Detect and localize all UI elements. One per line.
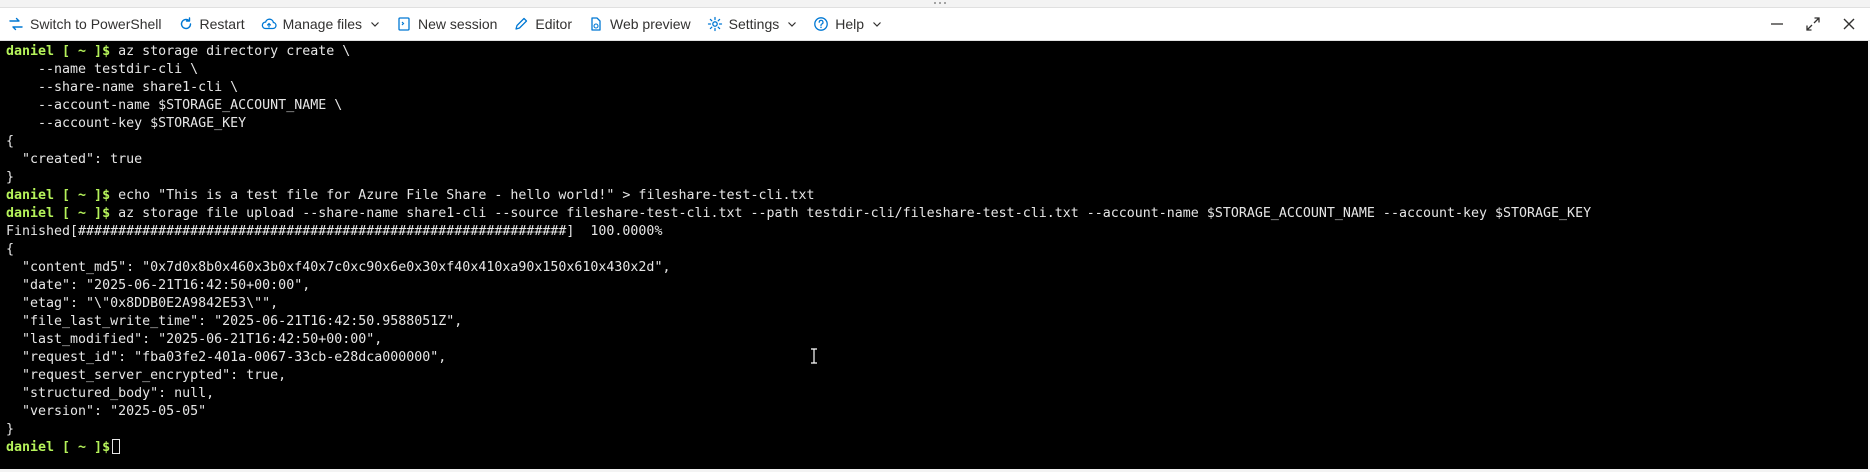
close-icon (1843, 18, 1855, 30)
terminal-line: "date": "2025-06-21T16:42:50+00:00", (2, 277, 1868, 295)
editor-label: Editor (535, 16, 572, 32)
terminal-line: "file_last_write_time": "2025-06-21T16:4… (2, 313, 1868, 331)
active-prompt-line[interactable]: daniel [ ~ ]$ (2, 439, 1868, 457)
terminal-output[interactable]: daniel [ ~ ]$ az storage directory creat… (0, 41, 1870, 471)
switch-to-powershell-label: Switch to PowerShell (30, 16, 162, 32)
terminal-line: --name testdir-cli \ (2, 61, 1868, 79)
terminal-text: { (6, 242, 15, 257)
terminal-text: { (6, 134, 15, 149)
maximize-button[interactable] (1802, 13, 1824, 35)
expand-icon (1806, 17, 1820, 31)
terminal-text: "request_id": "fba03fe2-401a-0067-33cb-e… (6, 350, 447, 365)
terminal-text: } (6, 170, 15, 185)
help-icon (813, 16, 829, 32)
terminal-text: "last_modified": "2025-06-21T16:42:50+00… (6, 332, 383, 347)
terminal-line: "etag": "\"0x8DDB0E2A9842E53\"", (2, 295, 1868, 313)
ibeam-cursor-icon (809, 348, 819, 364)
prompt: daniel [ ~ ]$ (6, 206, 111, 221)
terminal-text: } (6, 422, 15, 437)
new-session-icon (396, 16, 412, 32)
terminal-text: az storage file upload --share-name shar… (110, 206, 1592, 221)
terminal-text: "version": "2025-05-05" (6, 404, 207, 419)
switch-arrows-icon (8, 16, 24, 32)
terminal-text: "file_last_write_time": "2025-06-21T16:4… (6, 314, 463, 329)
terminal-text: "structured_body": null, (6, 386, 215, 401)
minimize-button[interactable] (1766, 13, 1788, 35)
terminal-line: "request_server_encrypted": true, (2, 367, 1868, 385)
terminal-text: --account-key $STORAGE_KEY (6, 116, 247, 131)
minimize-icon (1771, 23, 1783, 25)
toolbar: Switch to PowerShell Restart Manage file… (0, 8, 1870, 41)
terminal-text: "content_md5": "0x7d0x8b0x460x3b0xf40x7c… (6, 260, 671, 275)
switch-to-powershell-button[interactable]: Switch to PowerShell (0, 8, 170, 40)
chevron-down-icon (370, 19, 380, 29)
terminal-line: --account-key $STORAGE_KEY (2, 115, 1868, 133)
terminal-text: --share-name share1-cli \ (6, 80, 239, 95)
restart-label: Restart (199, 16, 245, 32)
editor-button[interactable]: Editor (505, 8, 580, 40)
new-session-label: New session (418, 16, 498, 32)
terminal-line: } (2, 169, 1868, 187)
drag-dots-icon (932, 0, 948, 6)
terminal-text: echo "This is a test file for Azure File… (110, 188, 815, 203)
help-button[interactable]: Help (805, 8, 890, 40)
terminal-text: --account-name $STORAGE_ACCOUNT_NAME \ (6, 98, 343, 113)
window-controls (1766, 8, 1860, 40)
text-cursor (112, 439, 121, 454)
settings-label: Settings (728, 16, 780, 32)
pencil-icon (513, 16, 529, 32)
chevron-down-icon (872, 19, 882, 29)
terminal-text: --name testdir-cli \ (6, 62, 199, 77)
manage-files-label: Manage files (282, 16, 363, 32)
terminal-line: "created": true (2, 151, 1868, 169)
gear-icon (707, 16, 723, 32)
web-preview-button[interactable]: Web preview (580, 8, 699, 40)
terminal-line: Finished[###############################… (2, 223, 1868, 241)
terminal-line: daniel [ ~ ]$ az storage directory creat… (2, 43, 1868, 61)
terminal-line: { (2, 241, 1868, 259)
manage-files-button[interactable]: Manage files (253, 8, 388, 40)
terminal-line: "request_id": "fba03fe2-401a-0067-33cb-e… (2, 349, 1868, 367)
new-session-button[interactable]: New session (388, 8, 505, 40)
restart-button[interactable]: Restart (170, 8, 253, 40)
cloud-shell-window: Switch to PowerShell Restart Manage file… (0, 0, 1870, 472)
terminal-line: daniel [ ~ ]$ echo "This is a test file … (2, 187, 1868, 205)
prompt: daniel [ ~ ]$ (6, 440, 111, 455)
terminal-line: "structured_body": null, (2, 385, 1868, 403)
terminal-text: "date": "2025-06-21T16:42:50+00:00", (6, 278, 311, 293)
prompt: daniel [ ~ ]$ (6, 44, 111, 59)
terminal-line: daniel [ ~ ]$ az storage file upload --s… (2, 205, 1868, 223)
terminal-line: "version": "2025-05-05" (2, 403, 1868, 421)
settings-button[interactable]: Settings (699, 8, 806, 40)
terminal-line: { (2, 133, 1868, 151)
web-preview-label: Web preview (609, 16, 691, 32)
terminal-text: "created": true (6, 152, 143, 167)
terminal-line: } (2, 421, 1868, 439)
help-label: Help (835, 16, 865, 32)
web-preview-icon (588, 16, 604, 32)
resize-handle[interactable] (0, 0, 1870, 8)
terminal-text: "etag": "\"0x8DDB0E2A9842E53\"", (6, 296, 279, 311)
restart-icon (178, 16, 194, 32)
terminal-text: az storage directory create \ (110, 44, 351, 59)
terminal-text: "request_server_encrypted": true, (6, 368, 287, 383)
terminal-line: "last_modified": "2025-06-21T16:42:50+00… (2, 331, 1868, 349)
chevron-down-icon (787, 19, 797, 29)
cloud-upload-icon (261, 16, 277, 32)
terminal-text: Finished[###############################… (6, 224, 663, 239)
close-button[interactable] (1838, 13, 1860, 35)
terminal-line: --share-name share1-cli \ (2, 79, 1868, 97)
prompt: daniel [ ~ ]$ (6, 188, 111, 203)
terminal-line: --account-name $STORAGE_ACCOUNT_NAME \ (2, 97, 1868, 115)
terminal-line: "content_md5": "0x7d0x8b0x460x3b0xf40x7c… (2, 259, 1868, 277)
